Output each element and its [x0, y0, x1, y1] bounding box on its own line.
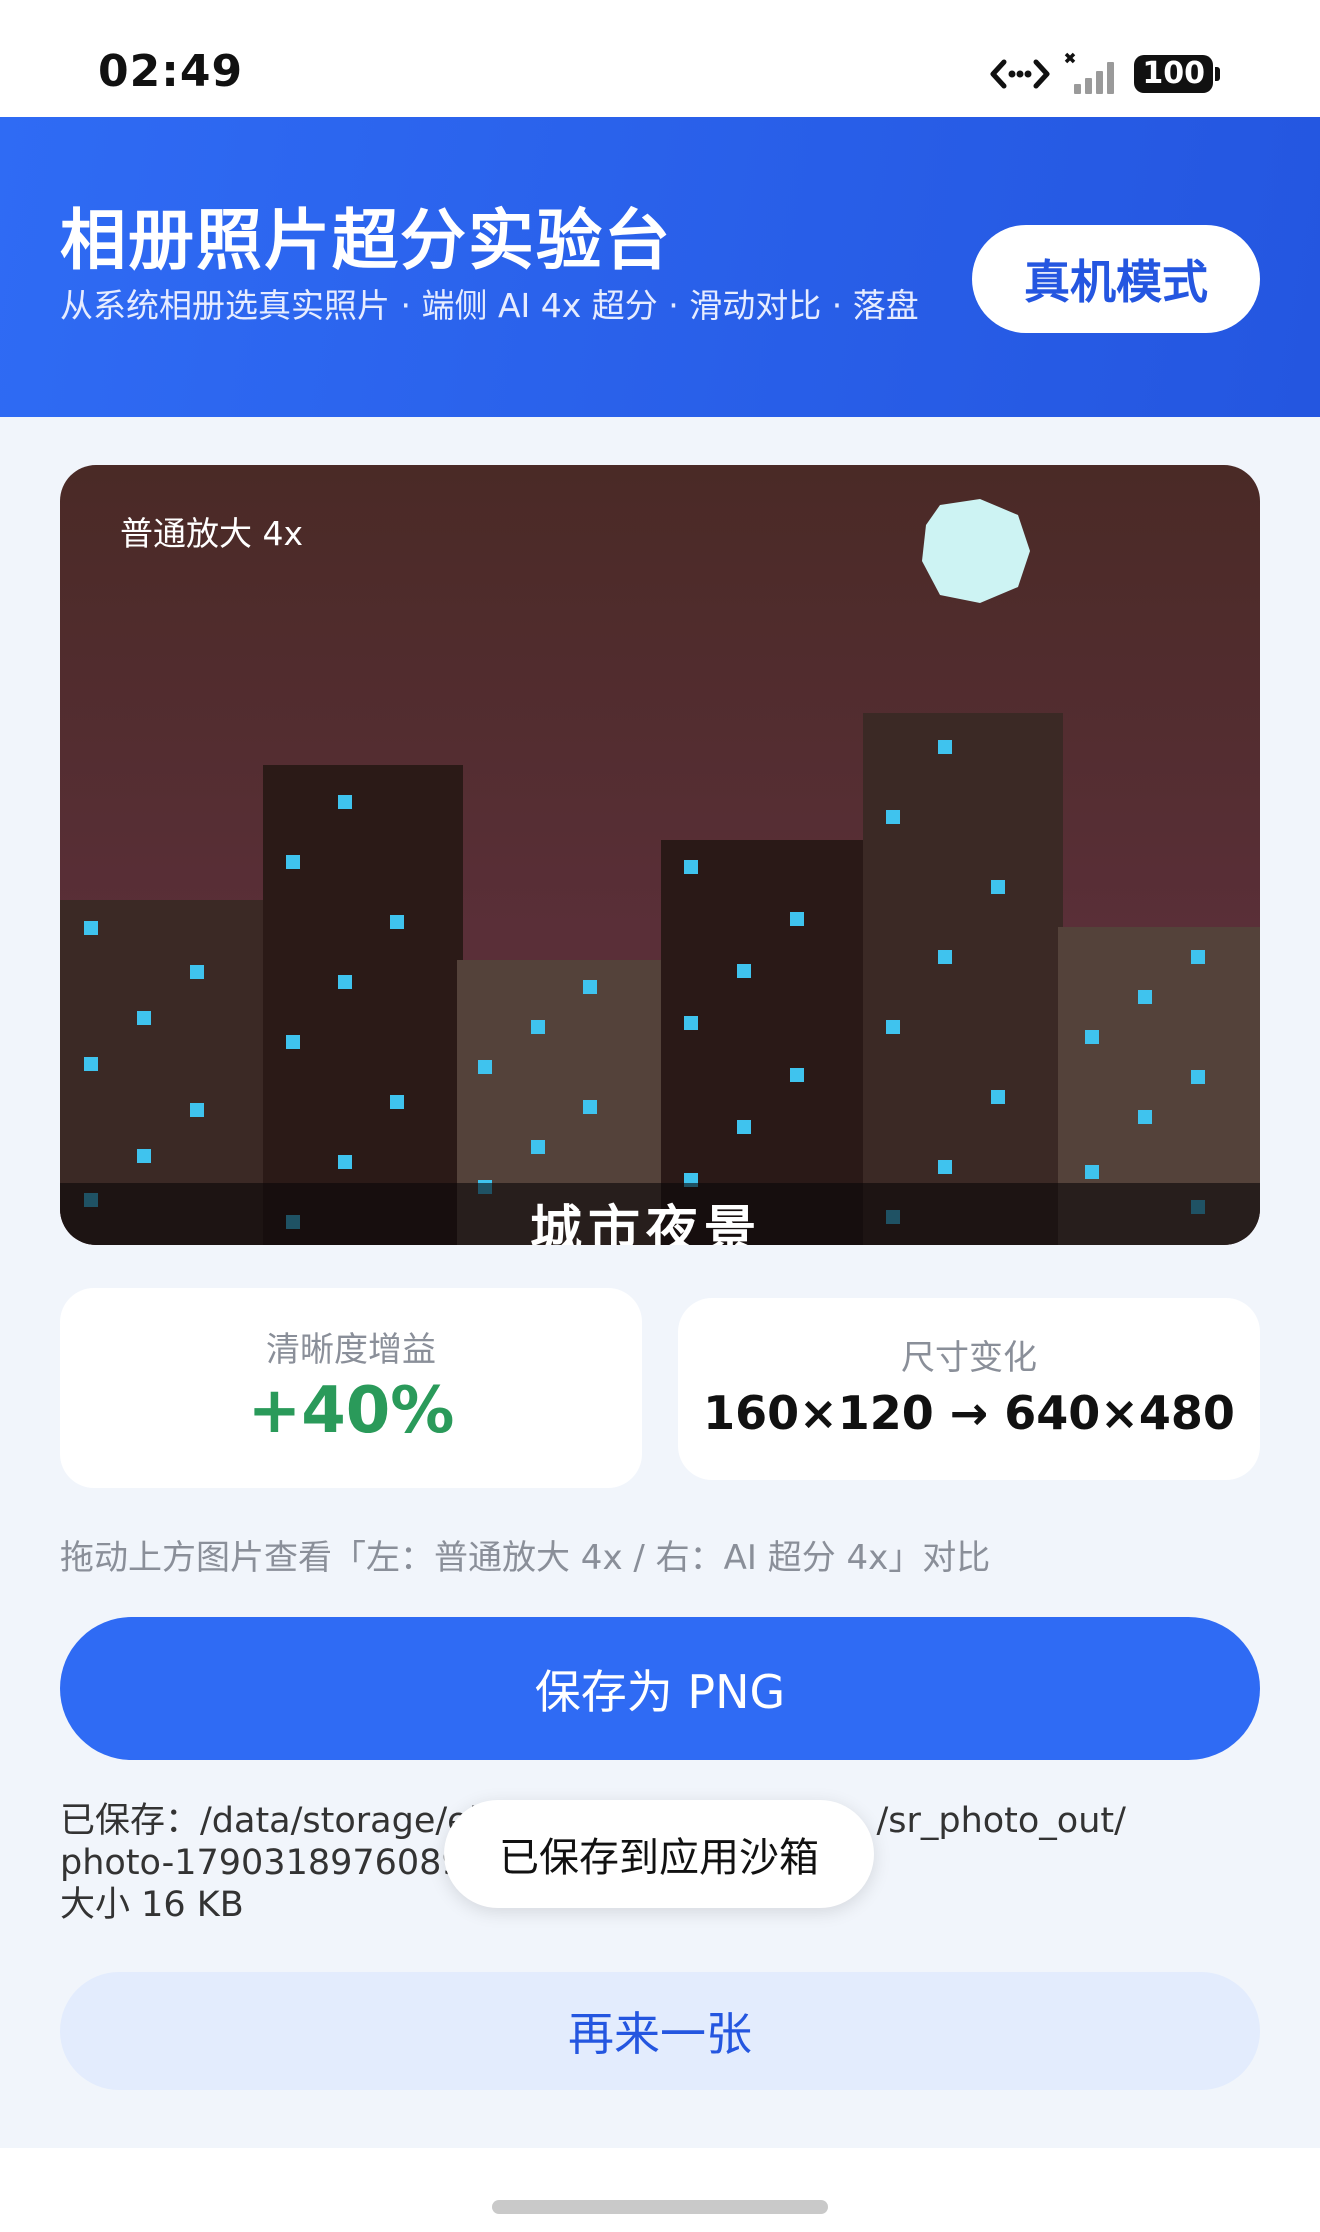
city-night-image	[60, 465, 1260, 1245]
saved-path-head: 已保存：/data/storage/el	[60, 1801, 479, 1841]
battery-level: 100	[1134, 55, 1213, 93]
saved-toast: 已保存到应用沙箱	[444, 1800, 874, 1908]
size-change-card: 尺寸变化 160×120 → 640×480	[678, 1298, 1260, 1480]
signal-bars-icon	[1064, 52, 1120, 96]
status-icons: 100	[990, 48, 1220, 100]
app-header: 相册照片超分实验台 从系统相册选真实照片 · 端侧 AI 4x 超分 · 滑动对…	[0, 117, 1320, 417]
clarity-gain-label: 清晰度增益	[266, 1330, 436, 1370]
page-title: 相册照片超分实验台	[60, 202, 672, 279]
clarity-gain-value: +40%	[247, 1374, 455, 1448]
save-png-button[interactable]: 保存为 PNG	[60, 1617, 1260, 1760]
saved-path-tail: /sr_photo_out/	[876, 1801, 1126, 1841]
try-again-button[interactable]: 再来一张	[60, 1972, 1260, 2090]
clarity-gain-card: 清晰度增益 +40%	[60, 1288, 642, 1488]
page-subtitle: 从系统相册选真实照片 · 端侧 AI 4x 超分 · 滑动对比 · 落盘	[60, 286, 919, 325]
comparison-image-slider[interactable]: 普通放大 4x 城市夜景	[60, 465, 1260, 1245]
data-transfer-icon	[990, 54, 1050, 94]
image-overlay-label: 普通放大 4x	[120, 514, 304, 553]
home-indicator[interactable]	[492, 2200, 828, 2214]
image-caption: 城市夜景	[530, 1201, 763, 1245]
battery-icon: 100	[1134, 55, 1220, 93]
status-time: 02:49	[98, 46, 244, 97]
comparison-hint: 拖动上方图片查看「左：普通放大 4x / 右：AI 超分 4x」对比	[60, 1538, 991, 1578]
device-mode-button[interactable]: 真机模式	[972, 225, 1260, 333]
status-bar: 02:49 100	[0, 0, 1320, 117]
navigation-bar	[0, 2148, 1320, 2232]
size-change-value: 160×120 → 640×480	[703, 1386, 1235, 1440]
size-change-label: 尺寸变化	[901, 1338, 1037, 1378]
